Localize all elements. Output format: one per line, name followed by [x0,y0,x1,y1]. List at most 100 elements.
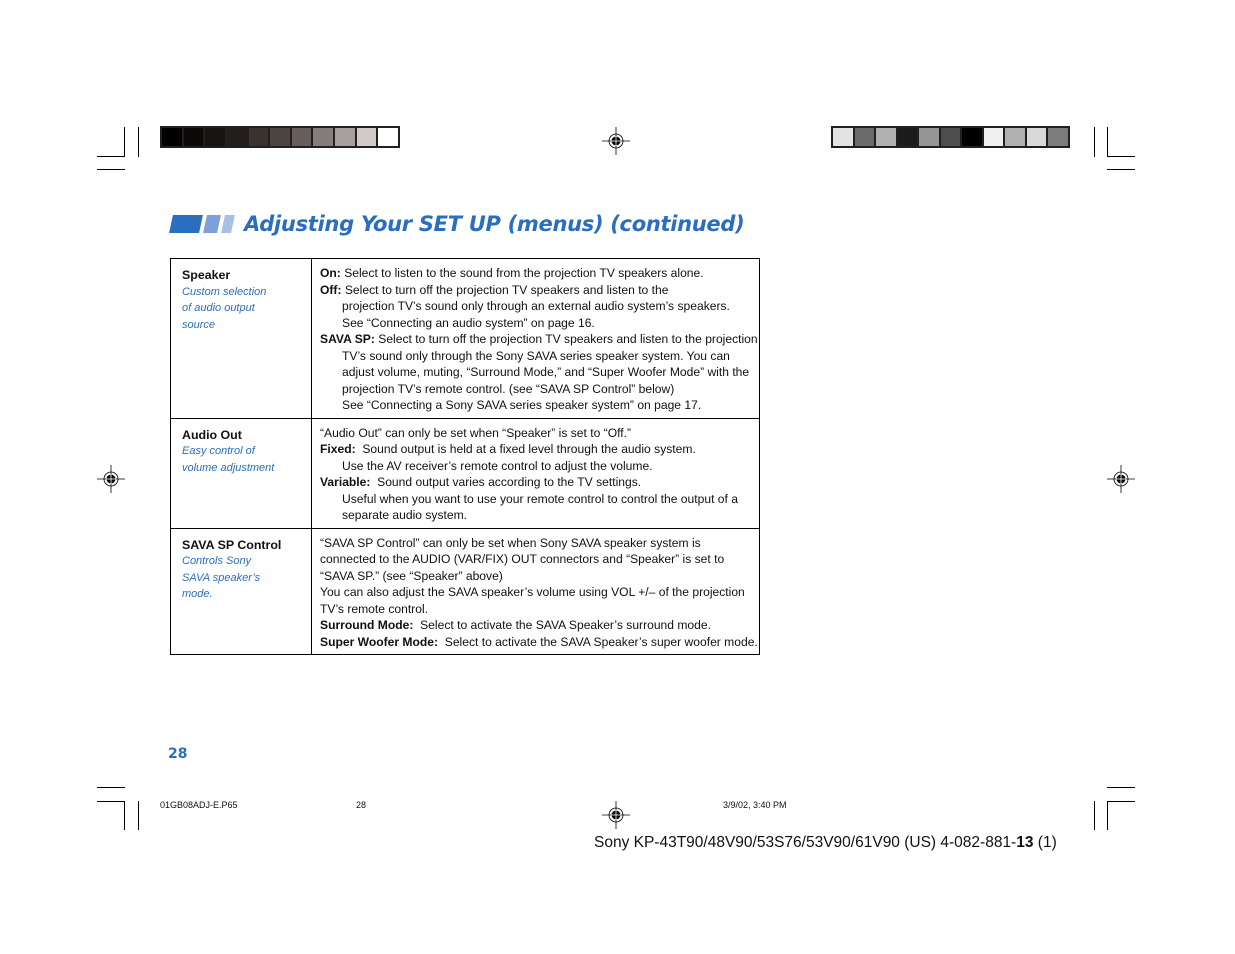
footer-datetime: 3/9/02, 3:40 PM [723,800,787,810]
option-line: projection TV’s sound only through an ex… [320,298,759,315]
crop-mark [138,801,139,830]
option-line: Surround Mode: Select to activate the SA… [320,617,759,634]
model-suffix: (1) [1033,834,1057,851]
table-row: Speaker Custom selection of audio output so… [170,258,760,419]
color-swatch [854,128,875,146]
setting-description: Easy control of [182,445,255,457]
color-swatch [833,128,853,146]
option-name: SAVA SP: [320,332,375,346]
footer-filename: 01GB08ADJ-E.P65 [160,800,238,810]
setting-label-cell: SAVA SP Control Controls Sony SAVA speaker… [170,527,312,655]
option-line: You can also adjust the SAVA speaker’s v… [320,584,759,601]
option-text: Useful when you want to use your remote … [342,491,738,506]
option-line: Use the AV receiver’s remote control to … [320,458,759,475]
option-line: “SAVA SP Control” can only be set when S… [320,535,759,552]
crop-mark [97,787,125,788]
option-name: Fixed: [320,442,356,456]
color-swatch [291,128,312,146]
option-text: TV’s remote control. [320,601,428,616]
setting-description: SAVA speaker’s [182,571,261,584]
registration-mark-icon [1107,465,1135,493]
color-calibration-bar-right [831,126,1070,148]
option-text: Select to activate the SAVA Speaker’s su… [413,618,711,632]
page-number: 28 [168,746,188,762]
setting-label-cell: Audio Out Easy control of volume adjustmen… [170,417,312,529]
color-swatch [876,128,896,146]
setting-options-cell: “SAVA SP Control” can only be set when S… [311,527,760,655]
setting-description: Custom selection [182,285,267,298]
option-text: Select to turn off the projection TV spe… [374,332,758,346]
option-line: See “Connecting a Sony SAVA series speak… [320,397,759,414]
option-name: Surround Mode: [320,618,414,632]
color-swatch [983,128,1004,146]
color-swatch [962,128,982,146]
option-line: On: Select to listen to the sound from t… [320,265,759,282]
color-swatch [356,128,377,146]
option-text: Sound output is held at a fixed level th… [355,442,696,456]
table-row: Audio Out Easy control of volume adjustmen… [170,417,760,529]
option-text: “Audio Out” can only be set when “Speake… [320,425,631,440]
crop-mark [1094,127,1095,157]
registration-mark-icon [97,465,125,493]
option-line: TV’s remote control. [320,601,759,618]
crop-mark [1107,156,1135,157]
option-line: projection TV’s remote control. (see “SA… [320,381,759,398]
footer-page: 28 [356,800,367,810]
color-swatch [919,128,939,146]
setting-description: mode. [182,588,213,601]
option-name: On: [320,266,341,280]
setting-description: of audio output [182,302,255,315]
setting-label-cell: Speaker Custom selection of audio output so… [170,258,312,419]
setting-name: Speaker [182,268,231,282]
model-prefix: Sony KP-43T90/48V90/53S76/53V90/61V90 (U… [594,834,1017,851]
crop-mark [124,801,125,830]
option-text: Select to turn off the projection TV spe… [341,282,669,297]
crop-mark [1107,169,1135,170]
color-swatch [335,128,355,146]
page-title: Adjusting Your SET UP (menus) (continued… [244,212,745,236]
color-calibration-bar-left [160,126,400,148]
option-text: “SAVA SP Control” can only be set when S… [320,535,701,550]
model-revision: 13 [1016,834,1034,851]
crop-mark [1107,787,1135,788]
option-text: Select to listen to the sound from the p… [340,266,704,280]
option-name: Off: [320,282,342,297]
color-swatch [205,128,225,146]
crop-mark [1107,127,1108,157]
option-line: separate audio system. [320,507,759,524]
color-swatch [313,128,334,146]
option-text: “SAVA SP.” (see “Speaker” above) [320,568,503,583]
color-swatch [1026,128,1047,146]
option-line: See “Connecting an audio system” on page… [320,315,759,332]
setting-options-cell: On: Select to listen to the sound from t… [311,258,760,419]
color-swatch [897,128,918,146]
setting-name: Audio Out [182,427,242,442]
option-line: TV’s sound only through the Sony SAVA se… [320,348,759,365]
crop-mark [97,801,125,802]
option-line: “Audio Out” can only be set when “Speake… [320,425,759,442]
setting-name: SAVA SP Control [182,537,282,552]
crop-mark [1107,801,1108,830]
table-row: SAVA SP Control Controls Sony SAVA speaker… [170,527,760,655]
setting-description: volume adjustment [182,461,275,474]
option-text: adjust volume, muting, “Surround Mode,” … [342,365,750,379]
option-text: TV’s sound only through the Sony SAVA se… [342,348,730,363]
crop-mark [124,127,125,157]
setting-options-cell: “Audio Out” can only be set when “Speake… [311,417,760,529]
setting-description: Controls Sony [182,555,252,567]
option-text: Use the AV receiver’s remote control to … [342,458,653,473]
color-swatch [248,128,269,146]
option-line: connected to the AUDIO (VAR/FIX) OUT con… [320,551,759,568]
color-swatch [378,128,399,146]
option-text: Select to activate the SAVA Speaker’s su… [438,634,758,649]
color-swatch [1005,128,1025,146]
option-text: separate audio system. [342,508,468,522]
menu-settings-table: Speaker Custom selection of audio output so… [170,258,760,655]
option-line: adjust volume, muting, “Surround Mode,” … [320,364,759,381]
option-line: Off: Select to turn off the projection T… [320,282,759,299]
crop-mark [138,127,139,157]
option-line: Variable: Sound output varies according … [320,474,759,491]
option-line: Super Woofer Mode: Select to activate th… [320,634,759,651]
crop-mark [1094,801,1095,830]
option-text: See “Connecting a Sony SAVA series speak… [342,398,702,412]
